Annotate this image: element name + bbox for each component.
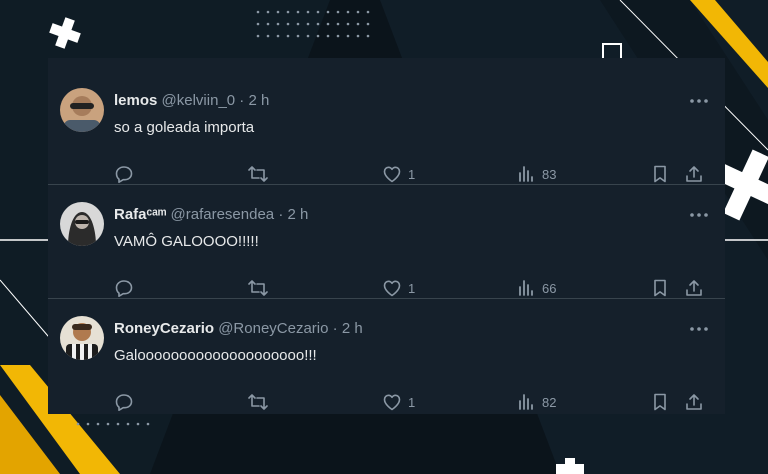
avatar[interactable] xyxy=(60,316,104,360)
display-name[interactable]: RoneyCezario xyxy=(114,320,214,337)
bookmark-icon xyxy=(654,279,666,297)
retweet-button[interactable] xyxy=(247,278,275,298)
retweet-button[interactable] xyxy=(247,392,275,412)
avatar[interactable] xyxy=(60,202,104,246)
tweet-row[interactable]: lemos @kelviin_0 · 2 h so a goleada impo… xyxy=(48,72,725,185)
like-count: 1 xyxy=(408,394,416,410)
bookmark-button[interactable] xyxy=(650,278,670,298)
bookmark-icon xyxy=(654,165,666,183)
like-button[interactable]: 1 xyxy=(382,278,415,298)
separator-dot: · xyxy=(278,206,284,223)
view-count: 82 xyxy=(542,394,557,410)
user-handle[interactable]: @rafaresendea xyxy=(171,206,275,223)
views-button[interactable]: 66 xyxy=(516,278,556,298)
heart-icon xyxy=(383,166,401,183)
view-count: 83 xyxy=(542,166,557,182)
bookmark-button[interactable] xyxy=(650,392,670,412)
retweet-icon xyxy=(248,394,268,410)
display-name[interactable]: lemos xyxy=(114,92,157,109)
tweet-actions: 1 66 xyxy=(48,278,725,300)
timestamp[interactable]: 2 h xyxy=(287,206,308,223)
more-options-icon[interactable] xyxy=(689,205,709,225)
views-icon xyxy=(519,166,533,182)
user-handle[interactable]: @kelviin_0 xyxy=(162,92,236,109)
heart-icon xyxy=(383,394,401,411)
views-button[interactable]: 83 xyxy=(516,164,556,184)
display-name[interactable]: Rafaᶜᵃᵐ xyxy=(114,206,166,223)
timestamp[interactable]: 2 h xyxy=(342,320,363,337)
reply-button[interactable] xyxy=(114,392,140,412)
tweet-row[interactable]: RoneyCezario @RoneyCezario · 2 h Galoooo… xyxy=(48,300,725,413)
retweet-icon xyxy=(248,166,268,182)
more-options-icon[interactable] xyxy=(689,91,709,111)
like-count: 1 xyxy=(408,280,416,296)
avatar[interactable] xyxy=(60,88,104,132)
bookmark-icon xyxy=(654,393,666,411)
separator-dot: · xyxy=(239,92,245,109)
reply-button[interactable] xyxy=(114,164,140,184)
replies-card: lemos @kelviin_0 · 2 h so a goleada impo… xyxy=(48,58,725,414)
tweet-actions: 1 82 xyxy=(48,392,725,414)
view-count: 66 xyxy=(542,280,557,296)
share-icon xyxy=(686,280,702,296)
tweet-row[interactable]: Rafaᶜᵃᵐ @rafaresendea · 2 h VAMÔ GALOOOO… xyxy=(48,186,725,299)
tweet-text: Galoooooooooooooooooooo!!! xyxy=(114,347,317,364)
retweet-icon xyxy=(248,280,268,296)
separator-dot: · xyxy=(332,320,338,337)
share-button[interactable] xyxy=(684,392,704,412)
share-button[interactable] xyxy=(684,164,704,184)
share-icon xyxy=(686,394,702,410)
like-button[interactable]: 1 xyxy=(382,392,415,412)
more-options-icon[interactable] xyxy=(689,319,709,339)
share-button[interactable] xyxy=(684,278,704,298)
bookmark-button[interactable] xyxy=(650,164,670,184)
retweet-button[interactable] xyxy=(247,164,275,184)
share-icon xyxy=(686,166,702,182)
user-handle[interactable]: @RoneyCezario xyxy=(218,320,328,337)
tweet-text: VAMÔ GALOOOO!!!!! xyxy=(114,233,259,250)
heart-icon xyxy=(383,280,401,297)
views-icon xyxy=(519,280,533,296)
like-count: 1 xyxy=(408,166,416,182)
like-button[interactable]: 1 xyxy=(382,164,415,184)
tweet-text: so a goleada importa xyxy=(114,119,255,136)
tweet-actions: 1 83 xyxy=(48,164,725,186)
reply-button[interactable] xyxy=(114,278,140,298)
reply-icon xyxy=(115,280,133,297)
reply-icon xyxy=(115,166,133,183)
timestamp[interactable]: 2 h xyxy=(248,92,269,109)
views-icon xyxy=(519,394,533,410)
reply-icon xyxy=(115,394,133,411)
views-button[interactable]: 82 xyxy=(516,392,556,412)
